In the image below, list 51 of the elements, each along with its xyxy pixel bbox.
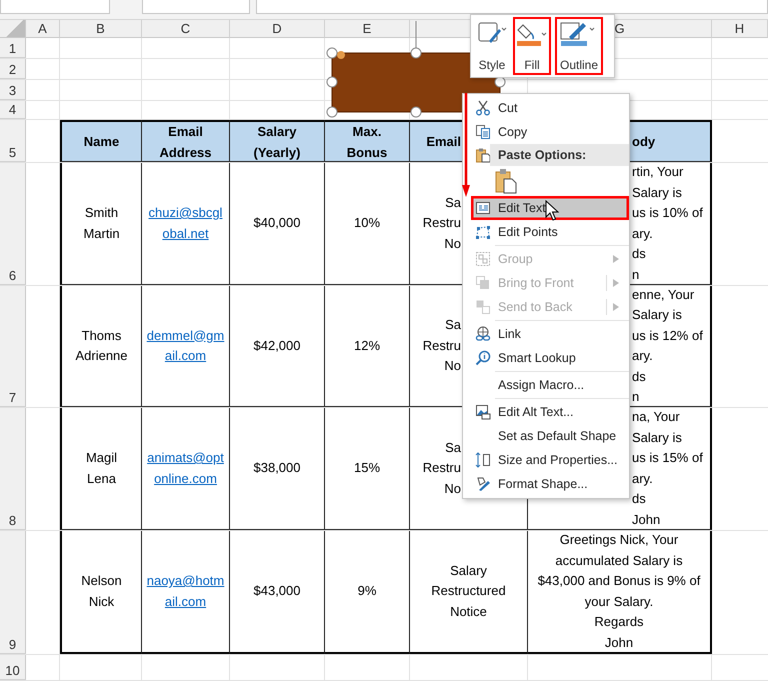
link-icon [475,326,491,342]
picture-icon [475,404,491,420]
row-header[interactable]: 1 [0,38,26,58]
submenu-arrow-icon [613,303,619,311]
column-heading: Salary (Yearly) [230,120,325,162]
search-icon [475,350,491,366]
paste-button[interactable] [493,168,519,194]
text-box-icon [475,200,491,216]
column-heading: Max. Bonus [325,120,410,162]
scissors-icon [475,100,491,116]
copy-icon [475,124,491,140]
edit-points-icon [475,224,491,240]
clipboard-icon [475,147,491,163]
name-box[interactable] [0,0,110,14]
table-cell: $40,000 [230,163,325,285]
menu-section-header: Paste Options: [490,144,629,166]
row-header[interactable]: 2 [0,59,26,79]
size-icon [475,452,491,468]
email-link[interactable]: naoya@hotmail.com [145,571,226,612]
format-shape-icon [475,476,491,492]
column-heading: Email Address [142,120,230,162]
email-link[interactable]: animats@optonline.com [145,448,226,489]
email-link[interactable]: demmel@gmail.com [145,326,226,366]
select-all-corner[interactable] [0,20,26,38]
mouse-pointer-icon [545,200,559,222]
menu-item[interactable]: Edit Text [471,196,629,220]
table-cell: $42,000 [230,286,325,407]
table-cell: 12% [325,286,410,407]
clipboard-icon [495,168,517,194]
row-header[interactable]: 8 [0,408,26,530]
row-header[interactable]: 4 [0,101,26,119]
shape-style-icon [477,21,507,45]
submenu-arrow-icon [613,279,619,287]
submenu-arrow-icon [613,255,619,263]
row-header[interactable]: 10 [0,655,26,680]
table-cell: 15% [325,408,410,530]
column-heading: Name [60,120,142,162]
email-link[interactable]: chuzi@sbcglobal.net [145,203,226,244]
row-header[interactable]: 9 [0,531,26,654]
table-cell: $38,000 [230,408,325,530]
row-header[interactable]: 3 [0,80,26,100]
bring-to-front-icon [475,275,491,291]
row-header[interactable]: 7 [0,286,26,407]
menu-item[interactable]: Cut [471,96,629,120]
function-box[interactable] [142,0,250,14]
row-header[interactable]: 5 [0,120,26,162]
group-icon [475,251,491,267]
row-header[interactable]: 6 [0,163,26,285]
send-to-back-icon [475,299,491,315]
toolbar-button[interactable]: Style [475,17,509,75]
table-cell: 10% [325,163,410,285]
